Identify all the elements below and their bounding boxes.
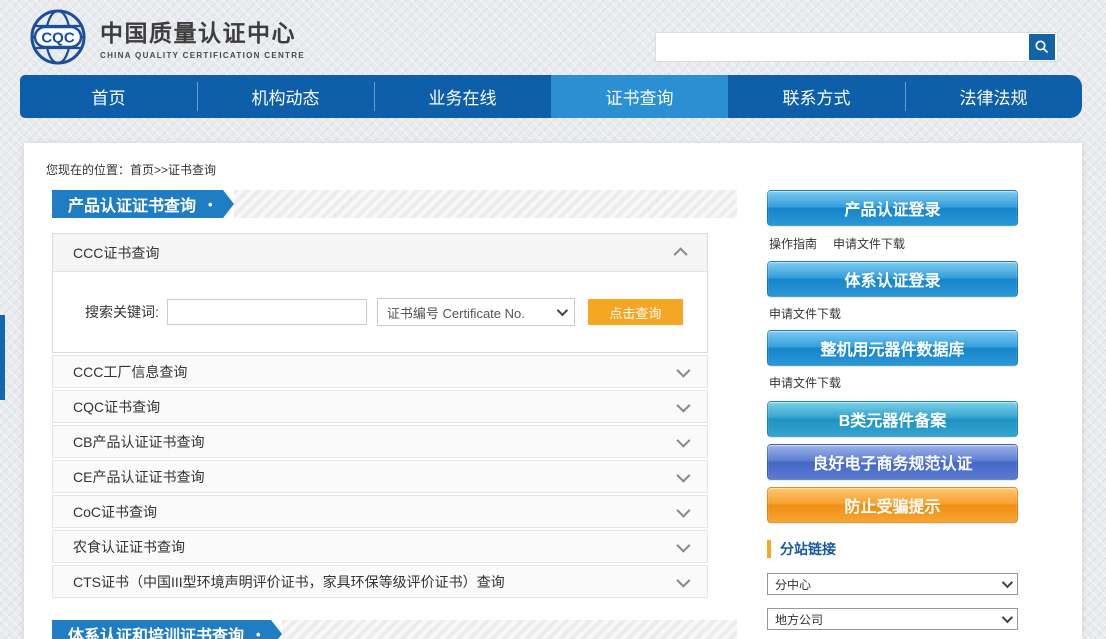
ccc-search-form: 搜索关键词: 证书编号 Certificate No. 点击查询 [53,272,707,352]
chevron-down-icon [1002,612,1013,623]
breadcrumb[interactable]: 您现在的位置：首页>>证书查询 [46,161,216,178]
nav-item-contact[interactable]: 联系方式 [728,75,905,118]
nav-item-online-business[interactable]: 业务在线 [374,75,551,118]
certificate-type-select[interactable]: 证书编号 Certificate No. [377,298,575,326]
accordion-item-ccc-factory[interactable]: CCC工厂信息查询 [52,355,708,388]
search-button[interactable] [1029,34,1055,60]
accordion-label: CE产品认证证书查询 [73,467,204,487]
logo-text: 中国质量认证中心 CHINA QUALITY CERTIFICATION CEN… [100,14,305,60]
chevron-down-icon [1002,577,1013,588]
component-database-button[interactable]: 整机用元器件数据库 [767,330,1018,366]
accordion-header-ccc[interactable]: CCC证书查询 [53,234,707,272]
sidebar-links-row: 申请文件下载 [767,374,1018,391]
accordion-item-cqc[interactable]: CQC证书查询 [52,390,708,423]
chevron-down-icon [676,468,690,482]
chevron-down-icon [676,363,690,377]
chevron-down-icon [676,398,690,412]
content-card: 您现在的位置：首页>>证书查询 产品认证证书查询 • CCC证书查询 搜索关键词… [24,143,1082,639]
accordion-item-cts[interactable]: CTS证书（中国III型环境声明评价证书，家具环保等级评价证书）查询 [52,565,708,598]
local-company-select[interactable]: 地方公司 [767,608,1018,630]
nav-item-legal[interactable]: 法律法规 [905,75,1082,118]
dot-icon: • [256,627,261,639]
banner-stripes [234,190,737,218]
section-title-bar: 产品认证证书查询 • [52,190,223,218]
product-login-button[interactable]: 产品认证登录 [767,190,1018,226]
search-input[interactable] [656,34,1029,60]
accordion-label: CCC工厂信息查询 [73,362,187,382]
chevron-up-icon [674,247,688,261]
system-login-button[interactable]: 体系认证登录 [767,261,1018,297]
sidebar: 产品认证登录 操作指南 申请文件下载 体系认证登录 申请文件下载 整机用元器件数… [767,190,1018,639]
sidebar-links-row: 申请文件下载 [767,305,1018,322]
certificate-accordion: CCC证书查询 搜索关键词: 证书编号 Certificate No. 点击查询… [52,233,708,598]
accordion-item-ccc: CCC证书查询 搜索关键词: 证书编号 Certificate No. 点击查询 [52,233,708,353]
cqc-globe-icon: CQC [28,7,88,67]
class-b-component-button[interactable]: B类元器件备案 [767,401,1018,437]
nav-item-home[interactable]: 首页 [20,75,197,118]
accordion-item-agrifood[interactable]: 农食认证证书查询 [52,530,708,563]
search-icon [1034,39,1050,55]
branch-center-value: 分中心 [775,576,811,593]
chevron-down-icon [676,433,690,447]
local-company-value: 地方公司 [775,611,823,628]
branch-links-heading: 分站链接 [767,540,1018,558]
logo-title: 中国质量认证中心 [100,14,305,48]
certificate-type-value: 证书编号 Certificate No. [387,303,525,322]
product-section-title: 产品认证证书查询 [68,192,196,216]
operation-guide-link[interactable]: 操作指南 [769,235,817,252]
main-nav: 首页 机构动态 业务在线 证书查询 联系方式 法律法规 [20,75,1082,118]
dot-icon: • [208,197,213,212]
accordion-item-ce[interactable]: CE产品认证证书查询 [52,460,708,493]
keyword-label: 搜索关键词: [85,302,159,322]
page: CQC 中国质量认证中心 CHINA QUALITY CERTIFICATION… [0,0,1106,639]
chevron-down-icon [676,503,690,517]
nav-item-news[interactable]: 机构动态 [197,75,374,118]
application-download-link[interactable]: 申请文件下载 [833,235,905,252]
keyword-input[interactable] [167,299,367,325]
section-title-bar: 体系认证和培训证书查询 • [52,620,271,639]
fraud-warning-button[interactable]: 防止受骗提示 [767,487,1018,523]
chevron-down-icon [557,305,568,316]
site-search [655,32,1058,62]
logo-subtitle: CHINA QUALITY CERTIFICATION CENTRE [100,51,305,60]
ecommerce-certification-button[interactable]: 良好电子商务规范认证 [767,444,1018,480]
side-floating-tab[interactable] [0,315,5,400]
accordion-label: CoC证书查询 [73,502,157,522]
product-section-banner: 产品认证证书查询 • [52,190,737,218]
query-button[interactable]: 点击查询 [588,299,683,325]
sidebar-links-row: 操作指南 申请文件下载 [767,235,1018,252]
accordion-label: CB产品认证证书查询 [73,432,204,452]
system-section-banner: 体系认证和培训证书查询 • [52,620,737,639]
banner-arrow-icon [223,190,234,218]
site-header: CQC 中国质量认证中心 CHINA QUALITY CERTIFICATION… [0,0,1106,75]
application-download-link[interactable]: 申请文件下载 [769,305,841,322]
accordion-label: CQC证书查询 [73,397,160,417]
branch-center-select[interactable]: 分中心 [767,573,1018,595]
accordion-label-ccc: CCC证书查询 [73,243,159,263]
accordion-item-coc[interactable]: CoC证书查询 [52,495,708,528]
accordion-label: CTS证书（中国III型环境声明评价证书，家具环保等级评价证书）查询 [73,572,505,592]
accordion-item-cb[interactable]: CB产品认证证书查询 [52,425,708,458]
logo-acronym: CQC [41,30,75,47]
logo[interactable]: CQC 中国质量认证中心 CHINA QUALITY CERTIFICATION… [28,7,305,67]
banner-stripes [282,620,737,639]
banner-arrow-icon [271,620,282,639]
accordion-label: 农食认证证书查询 [73,537,185,557]
chevron-down-icon [676,538,690,552]
chevron-down-icon [676,573,690,587]
system-section-title: 体系认证和培训证书查询 [68,622,244,639]
nav-item-certificate-query[interactable]: 证书查询 [551,75,728,118]
application-download-link[interactable]: 申请文件下载 [769,374,841,391]
